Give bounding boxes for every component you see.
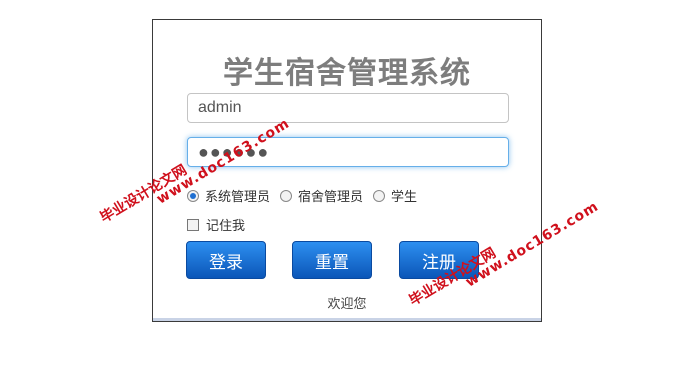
username-input[interactable] [187, 93, 509, 123]
page-title: 学生宿舍管理系统 [223, 56, 471, 91]
login-panel: 学生宿舍管理系统 ●●●●●● 系统管理员 宿舍管理员 学生 记住我 登录 重置… [152, 19, 542, 322]
role-label: 系统管理员 [205, 190, 271, 205]
role-label: 宿舍管理员 [298, 190, 364, 205]
role-selector: 系统管理员 宿舍管理员 学生 [187, 186, 427, 205]
remember-checkbox[interactable] [187, 218, 199, 231]
reset-button[interactable]: 重置 [292, 241, 372, 279]
welcome-text: 欢迎您 [327, 297, 367, 312]
role-option-student[interactable]: 学生 [373, 186, 417, 205]
remember-me[interactable]: 记住我 [187, 215, 245, 234]
login-button[interactable]: 登录 [186, 241, 266, 279]
radio-button[interactable] [373, 189, 386, 202]
remember-label: 记住我 [206, 219, 246, 234]
role-label: 学生 [391, 190, 418, 205]
password-input[interactable]: ●●●●●● [187, 137, 509, 167]
register-button[interactable]: 注册 [399, 241, 479, 279]
radio-button[interactable] [280, 189, 293, 202]
role-option-dorm-admin[interactable]: 宿舍管理员 [280, 186, 363, 205]
radio-button[interactable] [187, 189, 199, 202]
role-option-system-admin[interactable]: 系统管理员 [187, 186, 270, 205]
